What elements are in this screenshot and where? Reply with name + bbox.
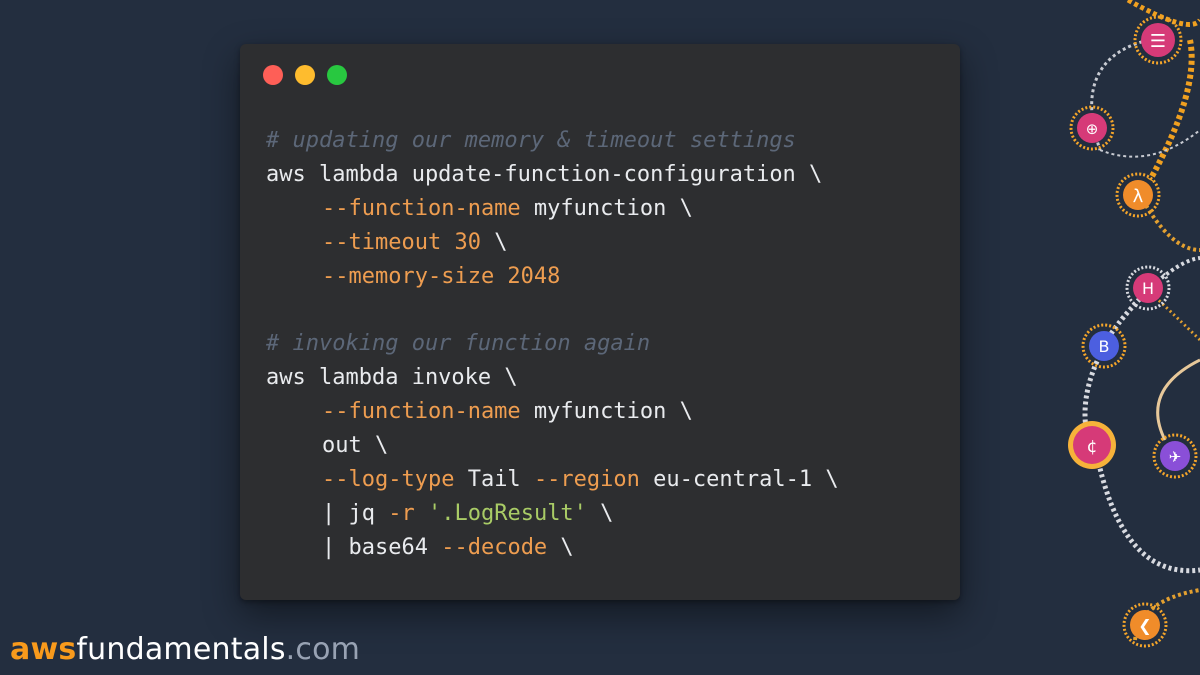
code-token-flag: --region [533,466,640,492]
code-token-arg: aws lambda invoke \ [266,365,518,391]
code-line: out \ [266,429,839,463]
code-token-comment: # updating our memory & timeout settings [266,128,796,153]
code-token-arg: \ [547,534,574,560]
brand-logo: awsfundamentals.com [10,630,360,670]
svg-text:✈: ✈ [1169,448,1182,466]
code-token-arg: \ [586,500,614,526]
code-token-arg: aws lambda update-function-configuration… [266,161,823,187]
code-token-flag: --function-name [322,399,521,425]
code-token-arg: myfunction \ [520,399,693,425]
code-token-flag: --timeout 30 [322,229,481,255]
code-line: --memory-size 2048 [266,260,839,294]
code-line: --function-name myfunction \ [266,395,839,429]
code-token-arg: | jq [322,500,389,526]
svg-text:¢: ¢ [1087,437,1098,457]
code-token-flag: --function-name [322,195,521,221]
code-line: | base64 --decode \ [266,531,839,565]
svg-text:⊕: ⊕ [1086,120,1099,138]
brand-fundamentals: fundamentals [76,632,286,667]
code-window: # updating our memory & timeout settings… [240,44,960,600]
decorative-service-graph: ☰ ⊕ λ H B ¢ ✈ ❮ [1068,0,1200,648]
code-token-arg: \ [480,229,508,255]
code-line: # invoking our function again [266,327,839,361]
svg-text:☰: ☰ [1150,31,1166,52]
code-line: | jq -r '.LogResult' \ [266,497,839,531]
code-line: --log-type Tail --region eu-central-1 \ [266,463,839,497]
close-button[interactable] [263,65,283,85]
code-token-flag: --decode [441,534,548,560]
code-token-arg: Tail [454,466,534,492]
code-line: --timeout 30 \ [266,226,839,260]
minimize-button[interactable] [295,65,315,85]
code-token-comment: # invoking our function again [266,331,651,357]
svg-text:λ: λ [1133,186,1144,207]
code-line: aws lambda update-function-configuration… [266,158,839,192]
brand-domain: .com [285,632,361,667]
code-token-arg: out \ [322,433,389,459]
code-line: # updating our memory & timeout settings [266,124,839,158]
bucket-icon: B [1081,323,1127,369]
code-token-arg [415,501,428,526]
code-line: aws lambda invoke \ [266,361,839,395]
brand-aws: aws [10,632,77,667]
network-icon: ☰ [1133,15,1183,65]
hosted-zone-icon: H [1125,265,1171,311]
route-icon: ✈ [1152,433,1198,479]
vpc-icon: ⊕ [1069,105,1115,151]
zoom-button[interactable] [327,65,347,85]
svg-text:B: B [1099,337,1110,356]
chip-icon: ¢ [1068,421,1116,469]
svg-text:❮: ❮ [1138,616,1151,635]
code-token-arg: | base64 [322,534,442,560]
arrow-icon: ❮ [1122,602,1168,648]
code-token-flag: --memory-size 2048 [322,263,561,289]
window-controls [263,65,347,85]
svg-text:H: H [1142,279,1154,298]
code-token-arg: myfunction \ [520,195,693,221]
code-token-flag: --log-type [322,466,455,492]
code-block: # updating our memory & timeout settings… [266,124,839,565]
code-token-flag: -r [388,500,415,526]
code-token-arg: eu-central-1 \ [639,466,839,492]
code-token-str: '.LogResult' [427,500,587,526]
code-line: --function-name myfunction \ [266,192,839,226]
